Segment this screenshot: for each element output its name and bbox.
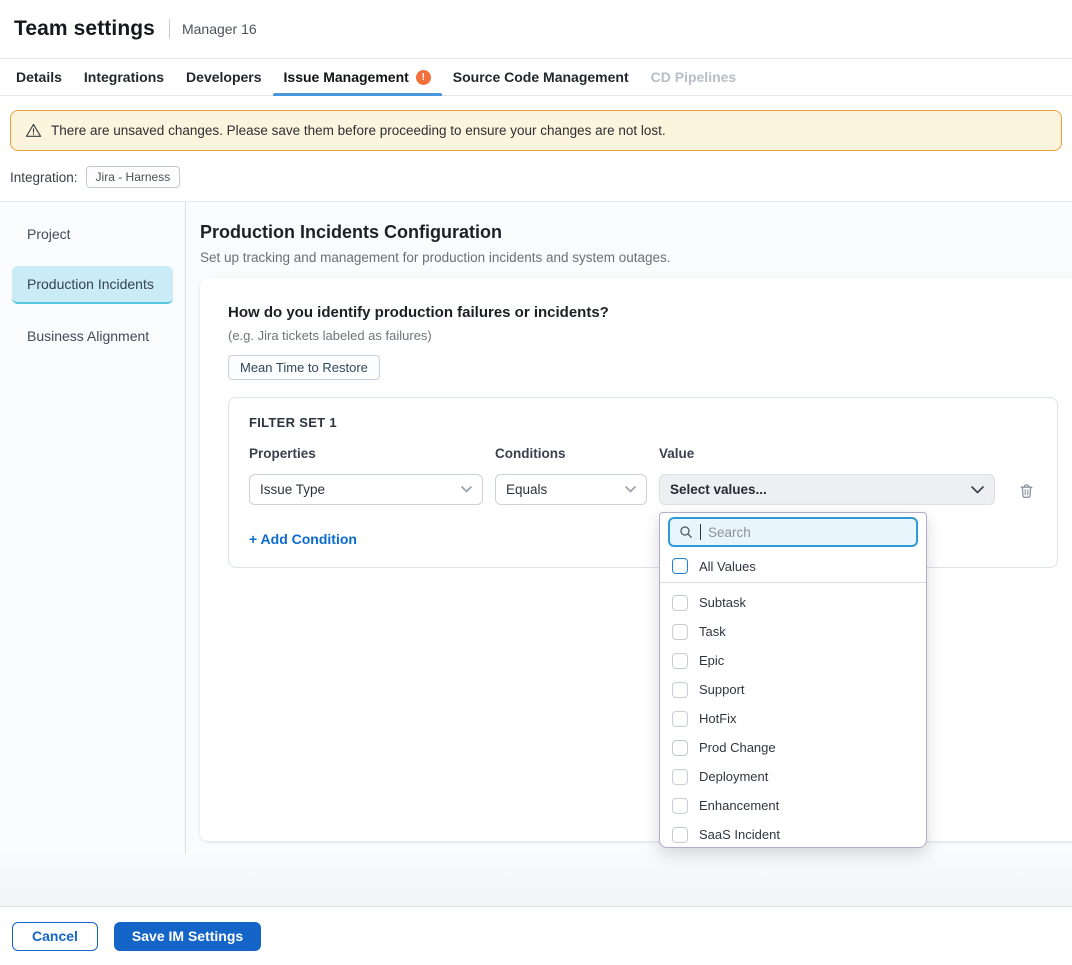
tab-bar: Details Integrations Developers Issue Ma… <box>0 58 1072 96</box>
tab-details[interactable]: Details <box>5 59 73 95</box>
content-band: Project Production Incidents Business Al… <box>0 201 1072 854</box>
config-card: How do you identify production failures … <box>200 278 1072 841</box>
chevron-down-icon <box>625 486 636 493</box>
properties-select[interactable]: Issue Type <box>249 474 483 505</box>
option-deployment[interactable]: Deployment <box>660 762 926 791</box>
option-saas-incident[interactable]: SaaS Incident <box>660 820 926 848</box>
chevron-down-icon <box>971 486 984 494</box>
search-placeholder: Search <box>708 525 751 540</box>
conditions-select-value: Equals <box>506 482 547 497</box>
integration-label: Integration: <box>10 170 78 185</box>
question-hint: (e.g. Jira tickets labeled as failures) <box>228 328 1058 343</box>
option-all-values[interactable]: All Values <box>660 553 926 579</box>
option-checkbox[interactable] <box>672 798 688 814</box>
main-content: Production Incidents Configuration Set u… <box>186 202 1072 854</box>
filter-set-title: FILTER SET 1 <box>249 415 1037 430</box>
search-icon <box>679 525 693 539</box>
value-cell: Select values... <box>659 474 995 505</box>
option-support[interactable]: Support <box>660 675 926 704</box>
text-caret <box>700 524 701 540</box>
cancel-button[interactable]: Cancel <box>12 922 98 951</box>
sidebar-item-business-alignment[interactable]: Business Alignment <box>12 318 173 354</box>
page-title: Team settings <box>14 17 155 41</box>
tab-developers[interactable]: Developers <box>175 59 272 95</box>
settings-sidebar: Project Production Incidents Business Al… <box>0 202 186 854</box>
properties-select-value: Issue Type <box>260 482 325 497</box>
dropdown-option-list: Subtask Task Epic Support HotFix Prod Ch… <box>660 583 926 848</box>
unsaved-changes-banner: There are unsaved changes. Please save t… <box>10 110 1062 151</box>
tab-issue-management[interactable]: Issue Management ! <box>273 59 442 95</box>
tab-integrations[interactable]: Integrations <box>73 59 175 95</box>
warning-message: There are unsaved changes. Please save t… <box>51 123 666 138</box>
sidebar-item-production-incidents[interactable]: Production Incidents <box>12 266 173 304</box>
filter-grid: Properties Conditions Value Issue Type E… <box>249 446 1037 505</box>
banner-wrap: There are unsaved changes. Please save t… <box>0 96 1072 151</box>
option-checkbox[interactable] <box>672 595 688 611</box>
add-condition-link[interactable]: + Add Condition <box>249 531 357 547</box>
column-header-properties: Properties <box>249 446 483 461</box>
option-enhancement[interactable]: Enhancement <box>660 791 926 820</box>
chevron-down-icon <box>461 486 472 493</box>
page-subtitle: Manager 16 <box>182 21 257 37</box>
integration-row: Integration: Jira - Harness <box>0 151 1072 201</box>
option-checkbox[interactable] <box>672 682 688 698</box>
section-title: Production Incidents Configuration <box>200 222 1072 243</box>
option-checkbox[interactable] <box>672 769 688 785</box>
all-values-checkbox[interactable] <box>672 558 688 574</box>
warning-triangle-icon <box>25 122 42 139</box>
dropdown-search-input[interactable]: Search <box>668 517 918 547</box>
section-subtitle: Set up tracking and management for produ… <box>200 250 1072 265</box>
save-im-settings-button[interactable]: Save IM Settings <box>114 922 261 951</box>
column-header-conditions: Conditions <box>495 446 647 461</box>
trash-icon <box>1019 483 1034 499</box>
option-epic[interactable]: Epic <box>660 646 926 675</box>
tab-cd-pipelines: CD Pipelines <box>640 59 748 95</box>
option-prod-change[interactable]: Prod Change <box>660 733 926 762</box>
option-checkbox[interactable] <box>672 827 688 843</box>
filter-set-panel: FILTER SET 1 Properties Conditions Value… <box>228 397 1058 568</box>
option-hotfix[interactable]: HotFix <box>660 704 926 733</box>
option-checkbox[interactable] <box>672 653 688 669</box>
title-separator <box>169 19 170 39</box>
page-header: Team settings Manager 16 <box>0 0 1072 58</box>
conditions-select[interactable]: Equals <box>495 474 647 505</box>
footer-bar: Cancel Save IM Settings <box>0 906 1072 965</box>
value-select-placeholder: Select values... <box>670 482 767 497</box>
column-header-value: Value <box>659 446 995 461</box>
option-checkbox[interactable] <box>672 740 688 756</box>
tab-source-code-management[interactable]: Source Code Management <box>442 59 640 95</box>
sidebar-item-project[interactable]: Project <box>12 216 173 252</box>
delete-filter-button[interactable] <box>1015 480 1037 502</box>
option-task[interactable]: Task <box>660 617 926 646</box>
option-checkbox[interactable] <box>672 624 688 640</box>
value-dropdown-panel: Search All Values Subtask Task <box>659 512 927 848</box>
option-checkbox[interactable] <box>672 711 688 727</box>
bottom-strip <box>0 854 1072 906</box>
option-subtask[interactable]: Subtask <box>660 588 926 617</box>
integration-chip[interactable]: Jira - Harness <box>86 166 181 188</box>
value-multiselect[interactable]: Select values... <box>659 474 995 505</box>
unsaved-changes-badge-icon: ! <box>416 70 431 85</box>
metric-chip[interactable]: Mean Time to Restore <box>228 355 380 380</box>
question-heading: How do you identify production failures … <box>228 304 1058 321</box>
